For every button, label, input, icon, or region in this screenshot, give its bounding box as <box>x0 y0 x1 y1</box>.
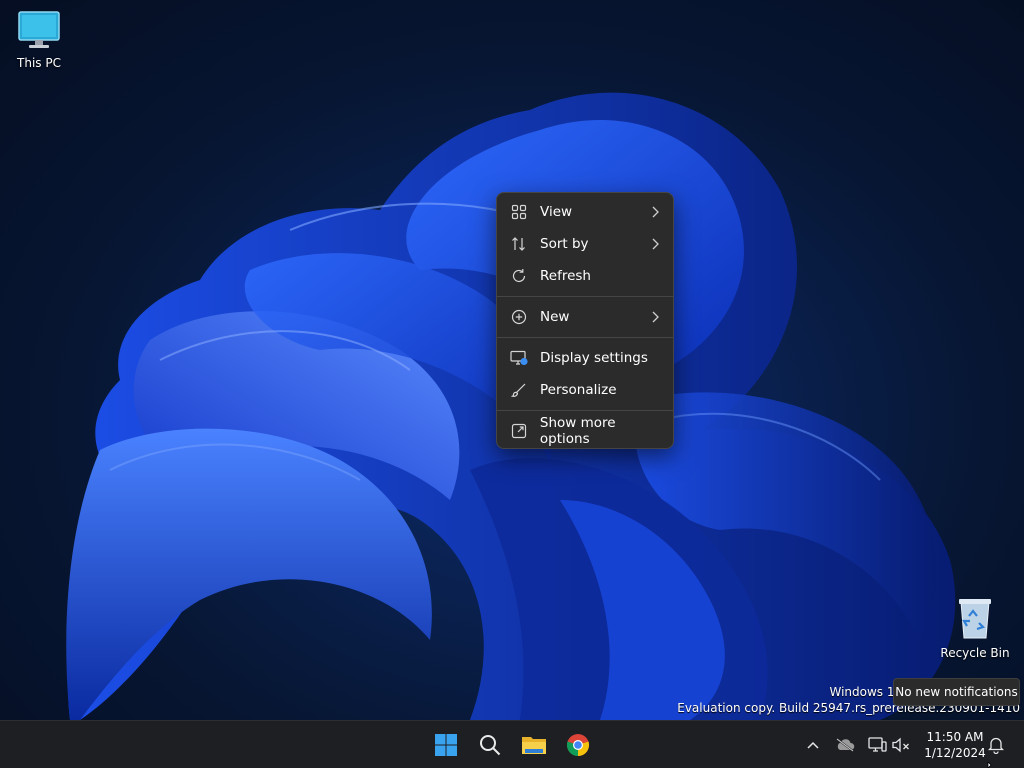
menu-item-view[interactable]: View <box>501 197 669 227</box>
desktop-icon-this-pc[interactable]: This PC <box>1 10 77 70</box>
volume-button[interactable] <box>890 734 912 756</box>
menu-item-new[interactable]: New <box>501 302 669 332</box>
menu-item-label: Show more options <box>539 415 616 447</box>
menu-item-personalize[interactable]: Personalize <box>501 375 669 405</box>
menu-separator <box>497 410 673 411</box>
plus-circle-icon <box>510 308 528 326</box>
menu-item-label: Display settings <box>540 350 648 366</box>
onedrive-button[interactable] <box>834 734 856 756</box>
search-button[interactable] <box>472 727 508 763</box>
network-icon <box>868 737 887 752</box>
menu-item-label: Personalize <box>540 382 617 398</box>
menu-item-sort-by[interactable]: Sort by <box>501 229 669 259</box>
desktop-icon-label: Recycle Bin <box>940 646 1010 660</box>
menu-item-label: New <box>540 309 570 325</box>
bell-icon <box>988 737 1004 754</box>
clock-time: 11:50 AM <box>926 730 984 744</box>
chevron-right-icon <box>652 238 659 250</box>
chevron-right-icon <box>652 311 659 323</box>
menu-item-refresh[interactable]: Refresh <box>501 261 669 291</box>
desktop[interactable]: This PC Recycle Bin View Sort by Refresh… <box>0 0 1024 720</box>
notification-tooltip: No new notifications <box>893 678 1020 706</box>
recycle-bin-icon <box>959 599 991 639</box>
chevron-right-icon <box>652 206 659 218</box>
network-button[interactable] <box>866 734 888 756</box>
refresh-icon <box>510 267 528 285</box>
monitor-icon <box>18 11 60 48</box>
chrome-button[interactable] <box>560 727 596 763</box>
clock-date: 1/12/2024 <box>924 746 986 760</box>
notifications-button[interactable] <box>985 734 1007 756</box>
brush-icon <box>510 381 528 399</box>
onedrive-offline-icon <box>836 738 855 752</box>
sort-arrows-icon <box>510 235 528 253</box>
show-hidden-icons-button[interactable] <box>802 734 824 756</box>
start-icon <box>435 734 457 756</box>
desktop-icon-recycle-bin[interactable]: Recycle Bin <box>937 596 1013 660</box>
file-explorer-icon <box>522 737 546 754</box>
volume-muted-icon <box>892 737 909 753</box>
desktop-icon-label: This PC <box>17 56 61 70</box>
grid-icon <box>510 203 528 221</box>
menu-separator <box>497 337 673 338</box>
menu-item-label: View <box>540 204 573 220</box>
taskbar: 11:50 AM 1/12/2024 <box>0 720 1024 768</box>
menu-item-label: Refresh <box>540 268 591 284</box>
mouse-cursor-icon <box>987 762 992 768</box>
taskbar-clock[interactable]: 11:50 AM 1/12/2024 <box>918 727 992 763</box>
chevron-up-icon <box>807 741 819 749</box>
menu-item-show-more-options[interactable]: Show more options <box>501 415 669 447</box>
display-settings-icon <box>510 349 528 367</box>
file-explorer-button[interactable] <box>516 727 552 763</box>
chrome-icon <box>566 734 590 757</box>
open-external-icon <box>510 422 528 440</box>
menu-item-label: Sort by <box>540 236 589 252</box>
search-icon <box>480 735 501 756</box>
menu-separator <box>497 296 673 297</box>
menu-item-display-settings[interactable]: Display settings <box>501 343 669 373</box>
desktop-context-menu: View Sort by Refresh New Display setting… <box>496 192 674 449</box>
start-button[interactable] <box>428 727 464 763</box>
